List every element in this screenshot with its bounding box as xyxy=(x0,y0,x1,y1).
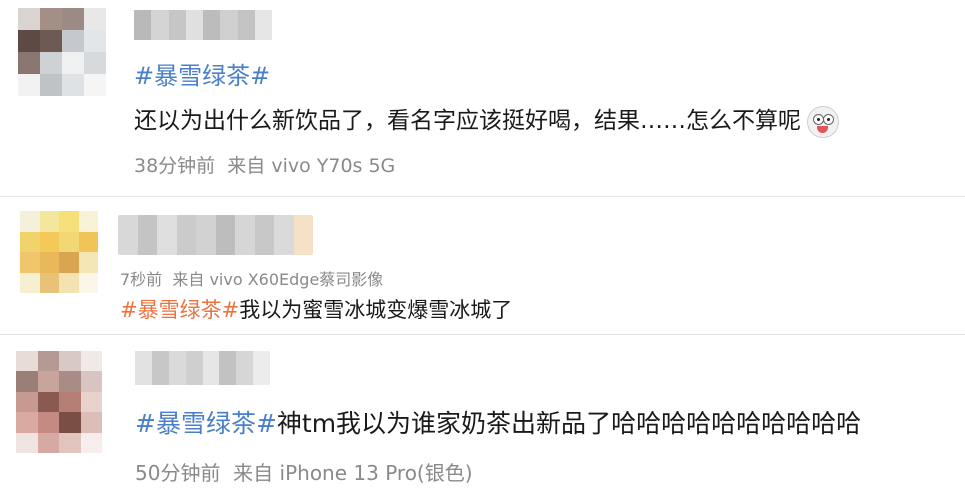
hashtag-link[interactable]: #暴雪绿茶# xyxy=(120,298,239,322)
comment-time: 38分钟前 xyxy=(134,155,216,177)
comment-meta: 7秒前 来自 vivo X60Edge蔡司影像 xyxy=(120,266,383,290)
dizzy-face-tongue-emoji-icon xyxy=(807,105,839,138)
comment-card: #暴雪绿茶# 还以为出什么新饮品了，看名字应该挺好喝，结果……怎么不算呢 38分… xyxy=(0,0,965,196)
hashtag-link[interactable]: #暴雪绿茶# xyxy=(134,62,270,90)
comment-source: 来自 iPhone 13 Pro(银色) xyxy=(233,461,473,485)
avatar[interactable] xyxy=(20,211,98,293)
comment-card: #暴雪绿茶#神tm我以为谁家奶茶出新品了哈哈哈哈哈哈哈哈哈哈 50分钟前 来自 … xyxy=(0,335,965,501)
comment-body: 还以为出什么新饮品了，看名字应该挺好喝，结果……怎么不算呢 xyxy=(134,108,801,134)
comment-text: 还以为出什么新饮品了，看名字应该挺好喝，结果……怎么不算呢 xyxy=(134,101,839,138)
comment-time: 7秒前 xyxy=(120,270,163,289)
avatar[interactable] xyxy=(16,351,102,453)
comment-text: #暴雪绿茶# xyxy=(134,56,270,91)
comment-text: #暴雪绿茶#我以为蜜雪冰城变爆雪冰城了 xyxy=(120,294,512,324)
comment-source: 来自 vivo X60Edge蔡司影像 xyxy=(172,270,384,289)
hashtag-link[interactable]: #暴雪绿茶# xyxy=(135,409,277,438)
comment-card: 7秒前 来自 vivo X60Edge蔡司影像 #暴雪绿茶#我以为蜜雪冰城变爆雪… xyxy=(0,197,965,334)
avatar[interactable] xyxy=(18,8,106,96)
comment-meta: 50分钟前 来自 iPhone 13 Pro(银色) xyxy=(135,457,473,486)
comment-body: 我以为蜜雪冰城变爆雪冰城了 xyxy=(239,298,513,322)
comment-meta: 38分钟前 来自 vivo Y70s 5G xyxy=(134,151,395,178)
username-blurred[interactable] xyxy=(134,10,272,40)
comment-body: 神tm我以为谁家奶茶出新品了哈哈哈哈哈哈哈哈哈哈 xyxy=(276,409,862,438)
username-blurred[interactable] xyxy=(118,215,313,255)
comment-time: 50分钟前 xyxy=(135,461,221,485)
username-blurred[interactable] xyxy=(135,351,270,385)
comment-source: 来自 vivo Y70s 5G xyxy=(227,155,396,177)
comment-text: #暴雪绿茶#神tm我以为谁家奶茶出新品了哈哈哈哈哈哈哈哈哈哈 xyxy=(135,404,861,440)
